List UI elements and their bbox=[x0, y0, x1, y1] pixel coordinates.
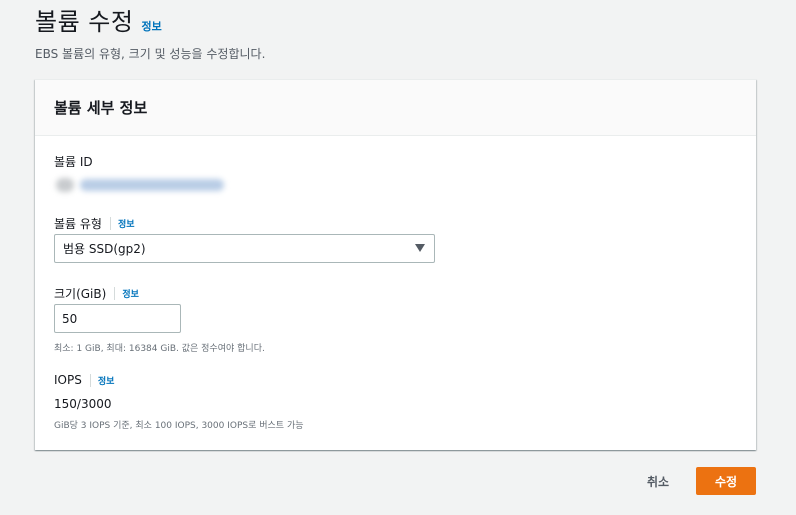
label-divider bbox=[114, 287, 116, 300]
label-divider bbox=[89, 373, 91, 387]
size-input[interactable] bbox=[54, 304, 181, 333]
size-info-link[interactable]: 정보 bbox=[122, 287, 139, 300]
iops-info-link[interactable]: 정보 bbox=[98, 374, 115, 387]
volume-type-selected-value: 범용 SSD(gp2) bbox=[63, 242, 146, 256]
panel-header: 볼륨 세부 정보 bbox=[35, 80, 756, 136]
volume-id-label-row: 볼륨 ID bbox=[54, 153, 93, 170]
volume-type-label-row: 볼륨 유형 정보 bbox=[54, 215, 135, 232]
page-title: 볼륨 수정 bbox=[35, 8, 134, 36]
redacted-icon bbox=[56, 178, 74, 192]
page-header: 볼륨 수정 정보 EBS 볼륨의 유형, 크기 및 성능을 수정합니다. bbox=[35, 2, 265, 62]
volume-type-label: 볼륨 유형 bbox=[54, 217, 102, 231]
cancel-button[interactable]: 취소 bbox=[638, 467, 678, 495]
volume-type-info-link[interactable]: 정보 bbox=[118, 217, 135, 230]
volume-id-field: 볼륨 ID bbox=[54, 153, 224, 192]
size-constraint-hint: 최소: 1 GiB, 최대: 16384 GiB. 값은 정수여야 합니다. bbox=[54, 344, 265, 354]
iops-field: IOPS 정보 150/3000 GiB당 3 IOPS 기준, 최소 100 … bbox=[54, 373, 304, 431]
volume-id-value-redacted bbox=[54, 173, 226, 195]
caret-down-icon bbox=[415, 244, 425, 252]
panel-title: 볼륨 세부 정보 bbox=[54, 99, 148, 117]
iops-label-row: IOPS 정보 bbox=[54, 373, 114, 387]
label-divider bbox=[109, 217, 111, 230]
volume-type-select[interactable]: 범용 SSD(gp2) bbox=[54, 234, 435, 263]
iops-label: IOPS bbox=[54, 373, 82, 387]
redacted-volume-id bbox=[80, 179, 224, 191]
volume-id-label: 볼륨 ID bbox=[54, 155, 93, 169]
iops-hint: GiB당 3 IOPS 기준, 최소 100 IOPS, 3000 IOPS로 … bbox=[54, 421, 304, 431]
volume-type-field: 볼륨 유형 정보 범용 SSD(gp2) bbox=[54, 215, 435, 263]
modify-volume-page: 볼륨 수정 정보 EBS 볼륨의 유형, 크기 및 성능을 수정합니다. 볼륨 … bbox=[0, 0, 796, 515]
size-label-row: 크기(GiB) 정보 bbox=[54, 285, 139, 302]
page-description: EBS 볼륨의 유형, 크기 및 성능을 수정합니다. bbox=[35, 47, 266, 61]
title-row: 볼륨 수정 정보 bbox=[35, 2, 265, 37]
volume-details-panel: 볼륨 세부 정보 볼륨 ID 볼륨 유형 정보 범용 SSD(gp2) 크기(G… bbox=[35, 79, 756, 450]
size-field: 크기(GiB) 정보 최소: 1 GiB, 최대: 16384 GiB. 값은 … bbox=[54, 285, 265, 354]
title-info-link[interactable]: 정보 bbox=[141, 18, 161, 34]
iops-value: 150/3000 bbox=[54, 397, 112, 411]
modify-button[interactable]: 수정 bbox=[696, 467, 756, 495]
size-label: 크기(GiB) bbox=[54, 287, 107, 301]
